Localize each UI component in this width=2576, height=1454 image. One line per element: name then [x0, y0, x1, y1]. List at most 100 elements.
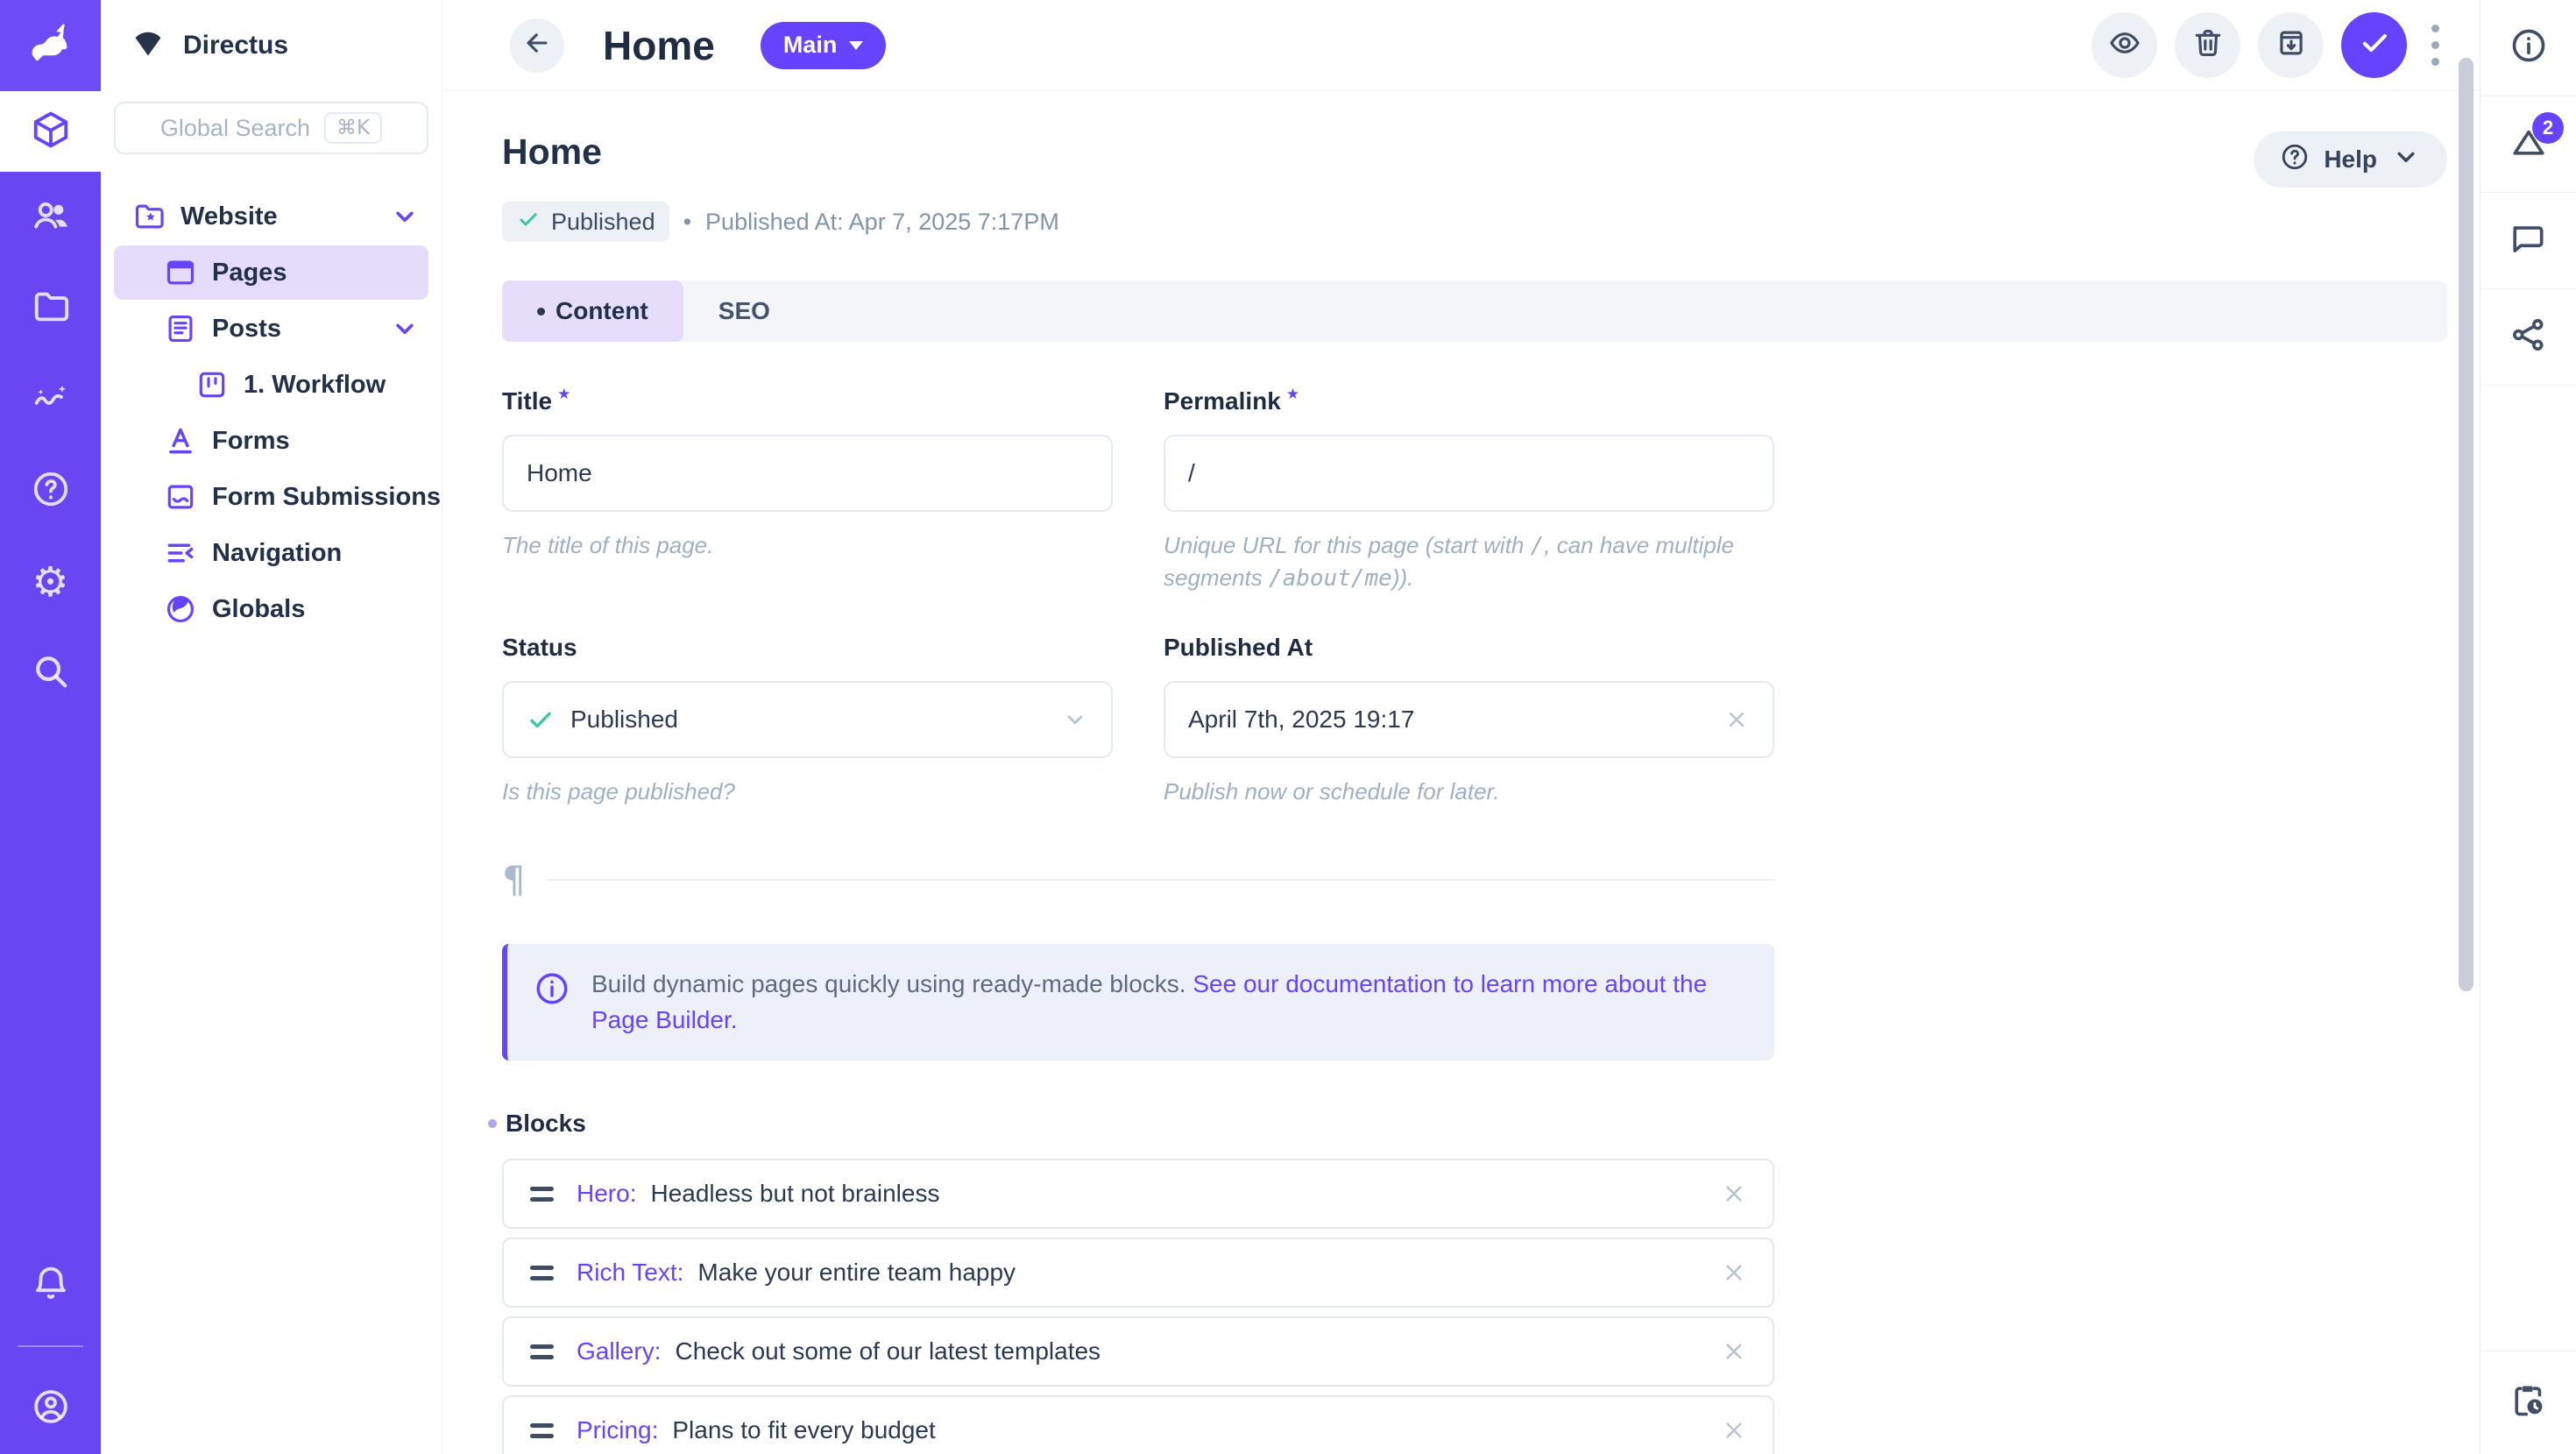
scrollbar-thumb[interactable] [2459, 58, 2473, 991]
drag-handle-icon[interactable] [528, 1181, 556, 1207]
search-shortcut-badge: ⌘K [324, 112, 382, 144]
sidebar-item-navigation[interactable]: Navigation [114, 526, 428, 580]
arrow-left-icon [522, 28, 552, 62]
right-sidebar: 2 [2480, 0, 2576, 1454]
module-users[interactable] [0, 172, 101, 263]
sidebar-item-pages[interactable]: Pages [114, 245, 428, 300]
block-row-rich-text[interactable]: Rich Text: Make your entire team happy [502, 1238, 1774, 1308]
notifications-button[interactable] [0, 1238, 101, 1330]
sidebar-item-label: Posts [212, 315, 375, 344]
save-button[interactable] [2341, 12, 2407, 78]
caret-down-icon [849, 41, 863, 50]
check-icon [527, 706, 555, 734]
navigation-sidebar: Directus Global Search ⌘K Website [101, 0, 442, 1454]
info-banner: Build dynamic pages quickly using ready-… [502, 944, 1774, 1060]
back-button[interactable] [510, 18, 564, 73]
module-content[interactable] [0, 91, 101, 172]
sidebar-item-website[interactable]: Website [114, 189, 428, 244]
header-title: Home [603, 22, 715, 69]
drag-handle-icon[interactable] [528, 1339, 556, 1365]
help-button[interactable]: Help [2254, 131, 2447, 188]
archive-button[interactable] [2258, 12, 2324, 78]
info-panel-button[interactable] [2480, 0, 2576, 96]
drag-handle-icon[interactable] [528, 1260, 556, 1286]
revisions-panel-button[interactable]: 2 [2480, 96, 2576, 193]
sidebar-item-forms[interactable]: Forms [114, 414, 428, 468]
clear-icon[interactable] [1723, 706, 1750, 733]
published-at-meta: Published At: Apr 7, 2025 7:17PM [705, 209, 1059, 236]
header-bar: Home Main [442, 0, 2480, 91]
chevron-down-icon[interactable] [390, 314, 420, 344]
block-row-hero[interactable]: Hero: Headless but not brainless [502, 1159, 1774, 1229]
block-type: Rich Text: [577, 1259, 683, 1287]
drag-handle-icon[interactable] [528, 1418, 556, 1443]
block-title: Make your entire team happy [697, 1259, 1016, 1287]
sidebar-item-globals[interactable]: Globals [114, 582, 428, 636]
users-icon [31, 195, 71, 240]
sidebar-item-label: Forms [212, 427, 428, 456]
sidebar-item-workflow[interactable]: 1. Workflow [114, 358, 428, 412]
block-type: Pricing: [577, 1416, 658, 1444]
comments-panel-button[interactable] [2480, 193, 2576, 289]
delete-button[interactable] [2175, 12, 2240, 78]
permalink-field-label: Permalink★ [1164, 387, 1774, 415]
permalink-input[interactable] [1188, 459, 1750, 487]
module-help[interactable] [0, 445, 101, 536]
archive-box-icon [2275, 26, 2308, 64]
sidebar-item-posts[interactable]: Posts [114, 301, 428, 356]
sidebar-item-label: Navigation [212, 539, 428, 568]
more-options-button[interactable] [2426, 19, 2445, 71]
remove-block-button[interactable] [1720, 1180, 1748, 1208]
tab-strip: Content SEO [502, 280, 2447, 342]
tab-seo[interactable]: SEO [683, 280, 805, 342]
title-field: Title★ The title of this page. [502, 387, 1113, 595]
status-field-note: Is this page published? [502, 776, 1113, 807]
comment-bubble-icon [2509, 219, 2548, 262]
letter-a-icon [164, 424, 197, 457]
remove-block-button[interactable] [1720, 1337, 1748, 1365]
published-at-field: Published At April 7th, 2025 19:17 Publi… [1164, 634, 1774, 807]
global-search-input[interactable]: Global Search ⌘K [114, 102, 428, 154]
inbox-icon [164, 480, 197, 514]
document-lines-icon [164, 312, 197, 345]
edited-dot [537, 308, 545, 316]
title-input[interactable] [527, 459, 1088, 487]
module-files[interactable] [0, 263, 101, 354]
block-row-gallery[interactable]: Gallery: Check out some of our latest te… [502, 1316, 1774, 1387]
block-row-pricing[interactable]: Pricing: Plans to fit every budget [502, 1395, 1774, 1454]
user-avatar-button[interactable] [0, 1363, 101, 1454]
chevron-down-icon[interactable] [390, 202, 420, 231]
tab-content[interactable]: Content [502, 280, 683, 342]
remove-block-button[interactable] [1720, 1259, 1748, 1287]
title-input-wrap [502, 435, 1113, 512]
status-badge: Published [502, 202, 669, 242]
published-at-input[interactable]: April 7th, 2025 19:17 [1164, 681, 1774, 758]
shares-panel-button[interactable] [2480, 289, 2576, 386]
globe-icon [164, 592, 197, 626]
preview-button[interactable] [2091, 12, 2157, 78]
version-dropdown[interactable]: Main [761, 22, 887, 69]
chevron-down-icon[interactable] [1062, 706, 1088, 733]
status-select[interactable]: Published [502, 681, 1113, 758]
module-insights[interactable] [0, 354, 101, 445]
form-divider: ¶ [502, 862, 1774, 898]
project-fan-icon [132, 28, 164, 64]
block-title: Plans to fit every budget [672, 1416, 935, 1444]
main-area: Home Main [442, 0, 2480, 1454]
folder-star-icon [132, 200, 166, 233]
page-title: Home [502, 131, 602, 173]
module-settings[interactable]: ⚙ [0, 536, 101, 628]
permalink-field: Permalink★ Unique URL for this page (sta… [1164, 387, 1774, 595]
sidebar-item-form-submissions[interactable]: Form Submissions [114, 470, 428, 524]
version-label: Main [783, 32, 838, 59]
project-row[interactable]: Directus [101, 0, 442, 91]
module-search[interactable] [0, 628, 101, 719]
eye-icon [2108, 26, 2141, 64]
nav-list-arrow-icon [164, 536, 197, 570]
flows-panel-button[interactable] [2480, 1351, 2576, 1454]
avatar-icon [31, 1387, 71, 1431]
check-icon [2358, 26, 2391, 64]
directus-logo[interactable] [0, 0, 101, 91]
nav-list: Website Pages Posts [101, 189, 442, 636]
remove-block-button[interactable] [1720, 1416, 1748, 1444]
